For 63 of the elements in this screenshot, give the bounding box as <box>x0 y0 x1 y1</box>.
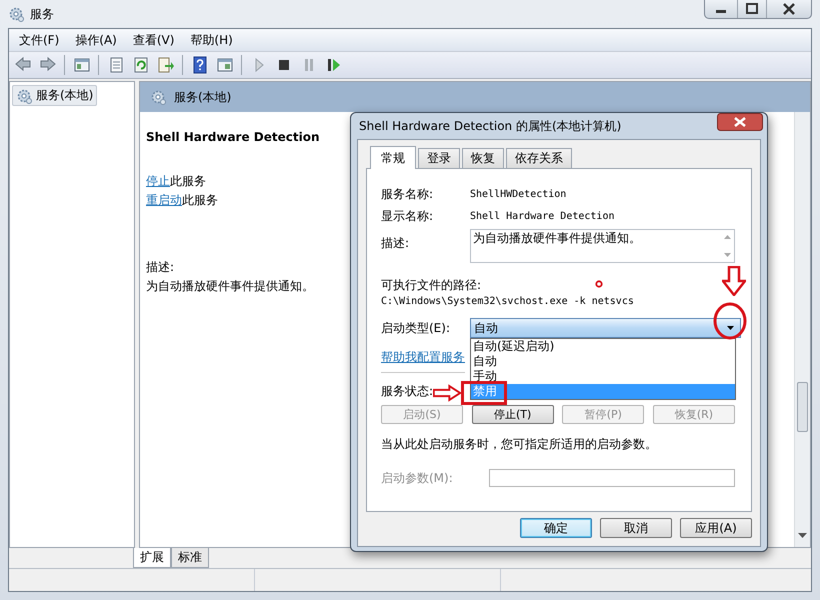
action-text: 此服务 <box>170 174 206 188</box>
action-link[interactable]: 停止 <box>146 174 170 188</box>
service-button[interactable]: 停止(T) <box>472 405 554 424</box>
dialog-title: Shell Hardware Detection 的属性(本地计算机) <box>359 118 622 134</box>
dropdown-option[interactable]: 自动 <box>471 354 735 369</box>
description-text: 为自动播放硬件事件提供通知。 <box>146 278 315 295</box>
view-tab[interactable]: 标准 <box>171 548 209 568</box>
scroll-down-icon[interactable] <box>798 533 807 539</box>
dialog-tab[interactable]: 恢复 <box>462 148 504 168</box>
field-label: 服务名称: <box>381 186 434 202</box>
refresh-icon[interactable] <box>132 56 150 74</box>
field-label: 可执行文件的路径: <box>381 277 482 294</box>
description-field[interactable]: 为自动播放硬件事件提供通知。 <box>470 229 735 263</box>
menu-item[interactable]: 查看(V) <box>124 32 182 48</box>
startup-type-dropdown[interactable]: 自动 <box>470 318 741 338</box>
field-value: Shell Hardware Detection <box>470 210 614 222</box>
tree-item[interactable]: 服务(本地) <box>12 85 98 106</box>
field-label: 启动参数(M): <box>381 470 454 486</box>
help-icon[interactable] <box>190 56 208 74</box>
annotation-frame <box>461 381 507 405</box>
window-title: 服务 <box>30 6 54 22</box>
description-value: 为自动播放硬件事件提供通知。 <box>473 230 641 247</box>
dialog-tab[interactable]: 常规 <box>370 146 416 169</box>
dialog-button[interactable]: 应用(A) <box>680 518 752 538</box>
dialog-button[interactable]: 取消 <box>600 518 672 538</box>
path-value: C:\Windows\System32\svchost.exe -k netsvcs <box>381 296 635 307</box>
dialog-tab[interactable]: 登录 <box>418 148 460 168</box>
caret-icon <box>727 326 734 330</box>
menu-item[interactable]: 帮助(H) <box>182 32 241 48</box>
annotation-dot <box>595 280 603 288</box>
field-label: 描述: <box>381 235 410 252</box>
field-label: 启动类型(E): <box>381 320 451 336</box>
annotation-down-arrow <box>722 266 746 296</box>
gear-icon <box>8 6 24 22</box>
pane-title: 服务(本地) <box>174 88 232 106</box>
annotation-right-arrow <box>433 383 461 403</box>
action-link[interactable]: 重启动 <box>146 193 182 207</box>
field-value: ShellHWDetection <box>470 188 566 200</box>
menu-item[interactable]: 操作(A) <box>67 32 125 48</box>
view-tab[interactable]: 扩展 <box>133 548 171 568</box>
field-label: 显示名称: <box>381 208 434 224</box>
back-icon[interactable] <box>14 56 32 74</box>
dialog-button[interactable]: 确定 <box>520 518 592 538</box>
gear-icon <box>150 89 166 105</box>
dialog-tab[interactable]: 依存关系 <box>506 148 572 168</box>
close-icon[interactable] <box>717 113 763 131</box>
service-name: Shell Hardware Detection <box>146 130 321 144</box>
action-text: 此服务 <box>182 193 218 207</box>
dropdown-option[interactable]: 自动(延迟启动) <box>471 339 735 354</box>
gear-icon <box>16 88 32 104</box>
scrollbar[interactable] <box>794 112 810 547</box>
annotation-ellipse <box>713 302 747 340</box>
hint-text: 当从此处启动服务时，您可指定所适用的启动参数。 <box>381 436 658 453</box>
menu-item[interactable]: 文件(F) <box>11 32 68 48</box>
view-icon[interactable] <box>216 56 234 74</box>
description-label: 描述: <box>146 259 176 276</box>
field-label: 服务状态: <box>381 383 434 399</box>
forward-icon[interactable] <box>38 56 56 74</box>
tree-item-label: 服务(本地) <box>36 87 94 104</box>
dropdown-option[interactable]: 手动 <box>471 369 735 384</box>
export-icon[interactable] <box>156 56 174 74</box>
panel-icon[interactable] <box>72 56 90 74</box>
scroll-thumb[interactable] <box>797 382 808 432</box>
